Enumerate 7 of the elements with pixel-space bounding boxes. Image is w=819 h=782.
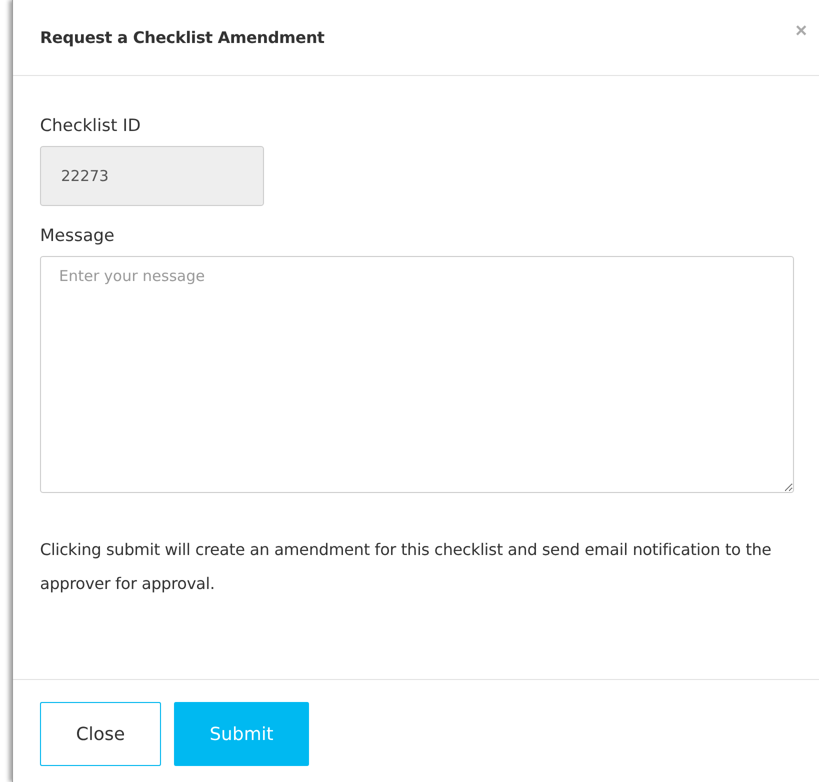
- field-label: Checklist ID: [40, 116, 141, 136]
- notice-text: Clicking submit will create an amendment for this checklist and send email notification to the approver for approval.: [40, 539, 772, 595]
- field-label: Message: [40, 226, 115, 246]
- close-button[interactable]: Close: [40, 702, 161, 766]
- checklist-id-field[interactable]: 22273: [40, 146, 264, 206]
- dialog-title: Request a Checklist Amendment: [40, 28, 324, 47]
- message-field[interactable]: Enter your nessage: [40, 256, 794, 493]
